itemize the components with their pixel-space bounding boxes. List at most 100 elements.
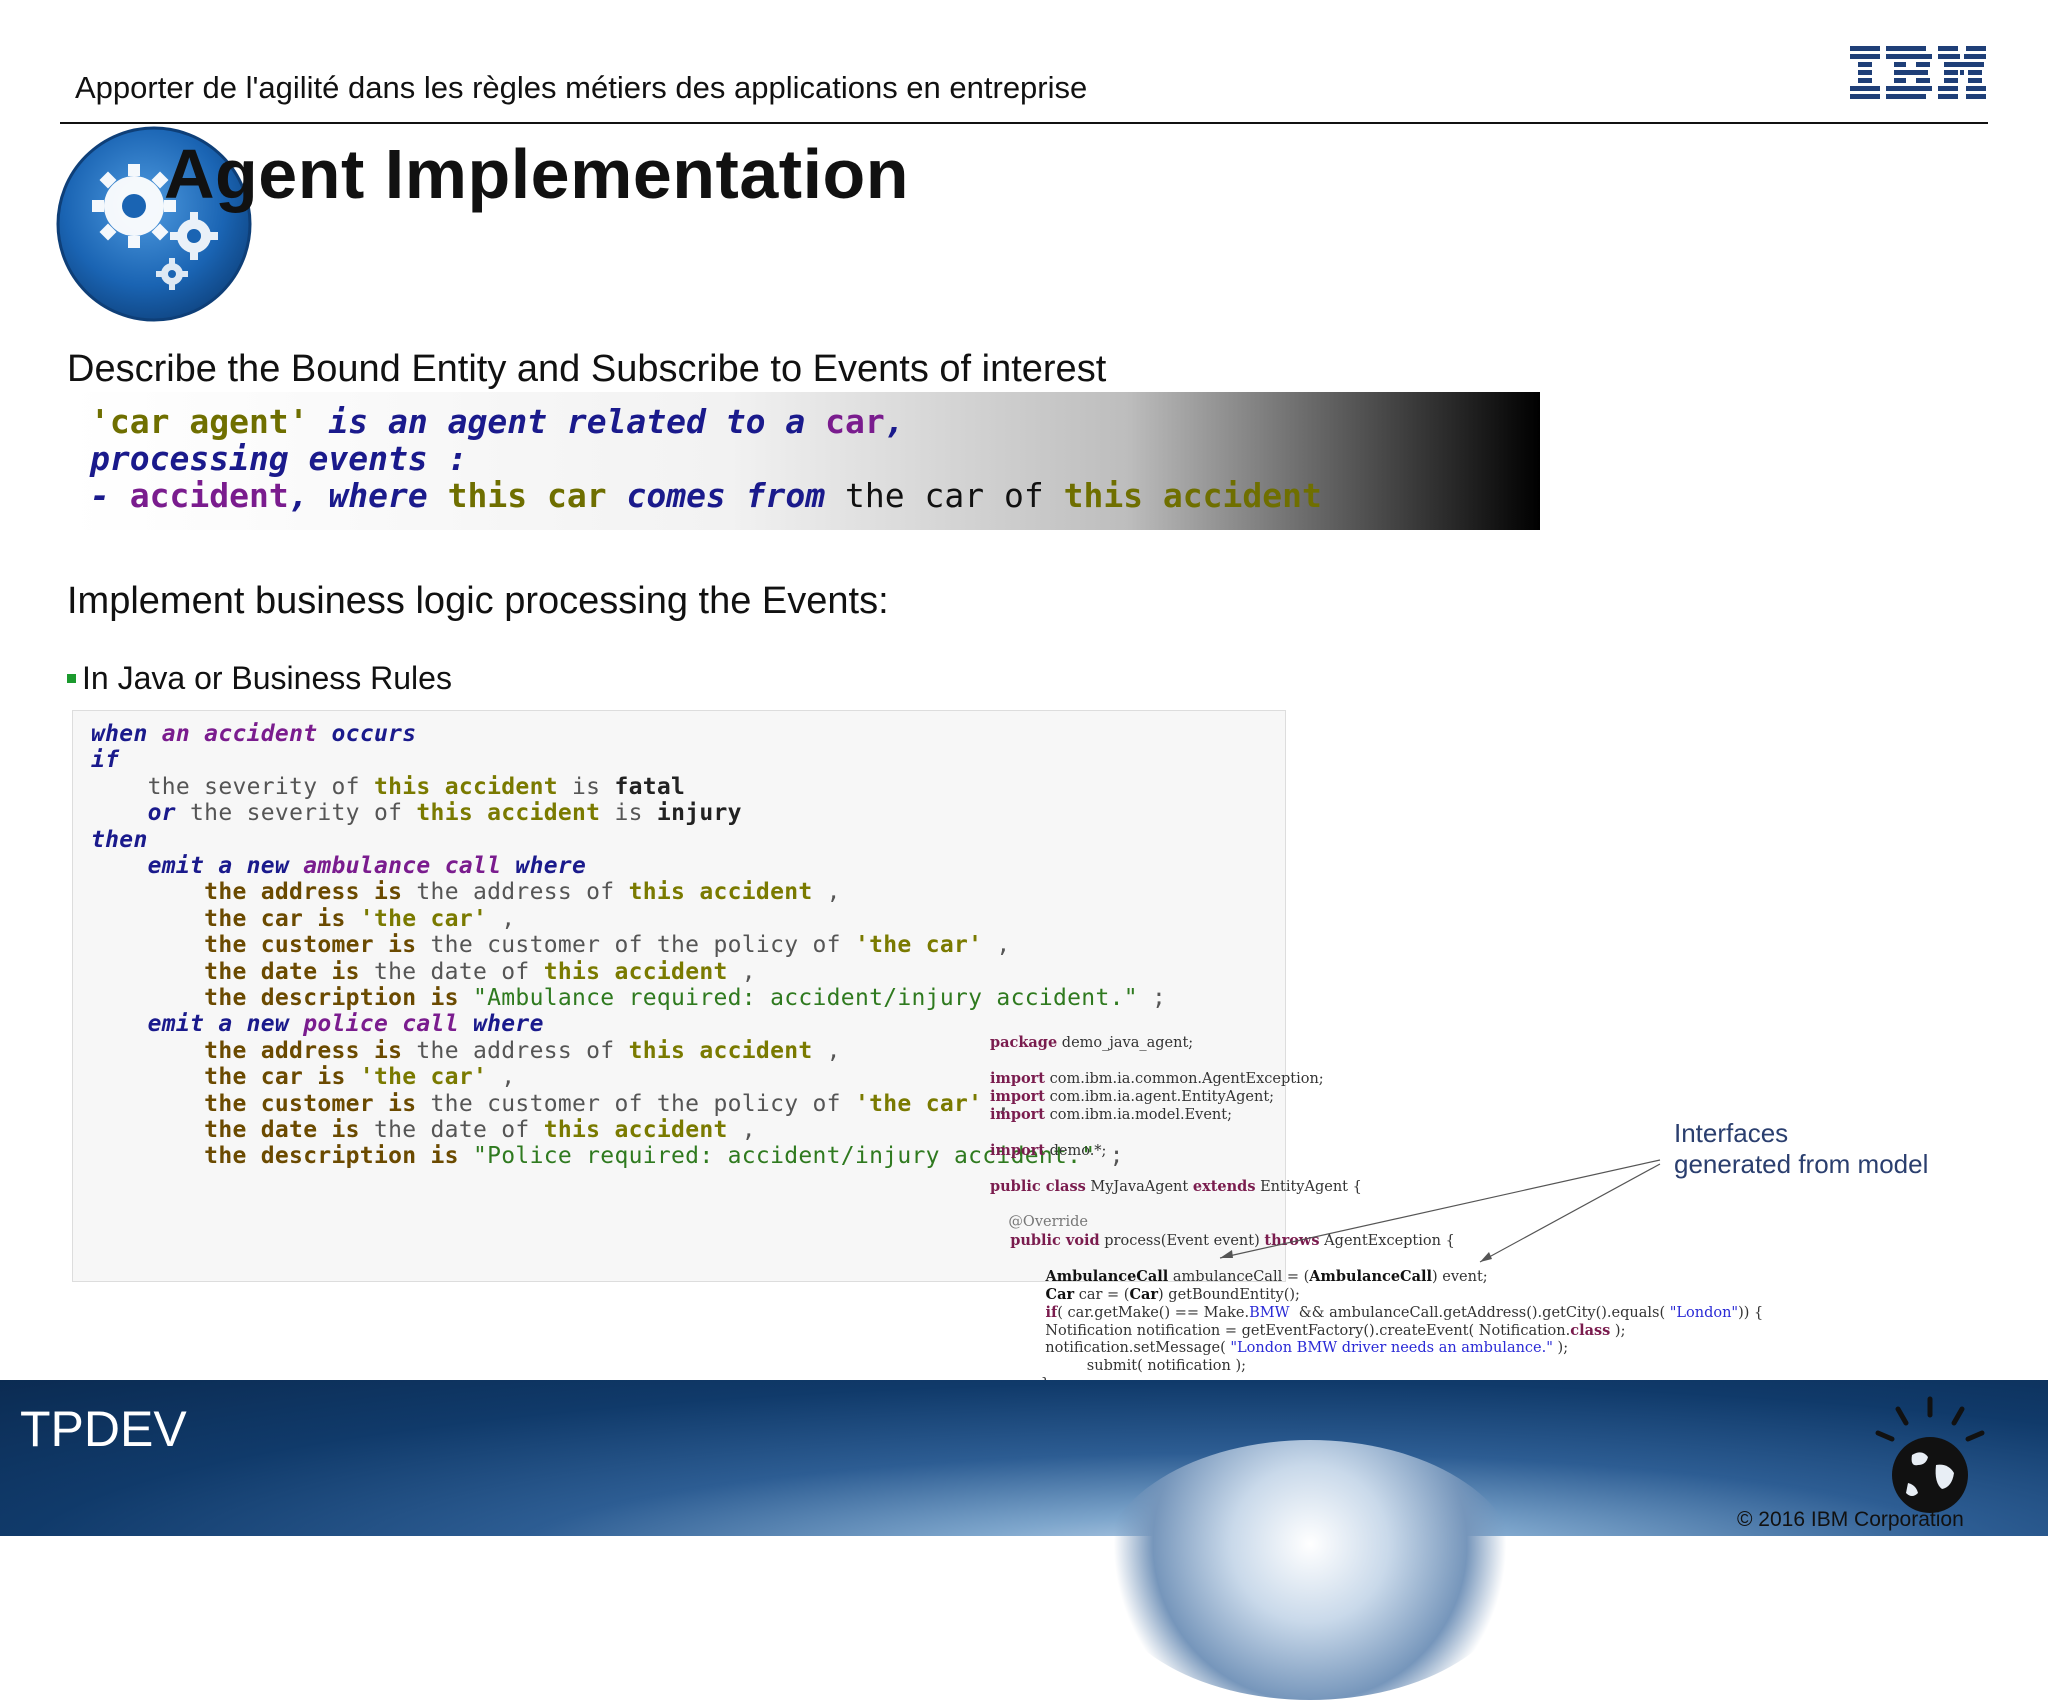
- java-code-line: Notification notification = getEventFact…: [990, 1322, 1625, 1339]
- rule-code-line: the date is the date of this accident ,: [91, 959, 756, 985]
- rule-code-line: the date is the date of this accident ,: [91, 1117, 756, 1143]
- code-token: AmbulanceCall: [990, 1268, 1169, 1285]
- code-token: 'the car': [854, 932, 983, 959]
- code-token: then: [91, 826, 148, 853]
- java-code-line: import com.ibm.ia.common.AgentException;: [990, 1070, 1324, 1087]
- agent-description-box: 'car agent' is an agent related to a car…: [68, 392, 1540, 530]
- code-token: the date is: [91, 1117, 360, 1143]
- code-token: Notification notification = getEventFact…: [990, 1323, 1571, 1339]
- code-token: public void: [990, 1232, 1100, 1249]
- code-token: class: [1570, 1322, 1611, 1339]
- code-token: where: [458, 1011, 544, 1038]
- header-divider: [60, 122, 1988, 124]
- code-token: emit a new: [91, 853, 304, 879]
- code-token: ;: [1137, 985, 1167, 1011]
- code-token: injury: [656, 800, 742, 827]
- callout-line-2: generated from model: [1674, 1149, 1929, 1179]
- code-token: ) event;: [1432, 1269, 1488, 1285]
- code-token: is an agent related to a: [308, 402, 826, 441]
- rule-code-line: if: [91, 747, 119, 773]
- rule-code-line: then: [91, 827, 148, 853]
- code-token: the description is: [91, 1143, 459, 1170]
- code-token: car: [825, 402, 885, 441]
- code-token: this accident: [543, 958, 728, 985]
- bal-code-line: processing events :: [90, 439, 468, 478]
- code-token: the customer of the policy of: [416, 1090, 855, 1117]
- subheading-business-logic: Implement business logic processing the …: [67, 580, 889, 622]
- bal-code-line: 'car agent' is an agent related to a car…: [90, 402, 905, 441]
- code-token: the address of: [402, 1037, 629, 1064]
- code-token: is: [600, 800, 657, 827]
- rule-code-line: the description is "Ambulance required: …: [91, 985, 1166, 1011]
- code-token: 'the car': [854, 1090, 983, 1117]
- code-token: );: [1610, 1323, 1626, 1339]
- java-code-line: Car car = (Car) getBoundEntity();: [990, 1286, 1300, 1303]
- code-token: the date is: [91, 958, 360, 985]
- footer-globe-graphic: [1100, 1440, 1520, 1700]
- code-token: Car: [1129, 1286, 1159, 1303]
- rule-code-line: the severity of this accident is fatal: [91, 774, 685, 800]
- code-token: the description is: [91, 985, 459, 1011]
- code-token: import: [990, 1088, 1045, 1105]
- slide-title: Agent Implementation: [164, 135, 910, 213]
- code-token: if: [990, 1304, 1058, 1321]
- code-token: ,: [727, 1117, 756, 1143]
- code-token: package: [990, 1034, 1058, 1051]
- java-code-line: package demo_java_agent;: [990, 1034, 1193, 1051]
- code-token: police call: [303, 1011, 459, 1038]
- code-token: ,: [982, 932, 1011, 959]
- code-token: processing events :: [90, 439, 468, 478]
- rule-code-line: the address is the address of this accid…: [91, 1038, 841, 1064]
- code-token: the customer is: [91, 1090, 417, 1117]
- code-token: the severity of: [91, 773, 374, 800]
- code-token: the customer of the policy of: [416, 932, 855, 959]
- code-token: when: [91, 721, 148, 747]
- code-token: ) getBoundEntity();: [1158, 1287, 1300, 1303]
- rule-code-line: emit a new police call where: [91, 1011, 544, 1037]
- code-token: ,: [812, 1037, 841, 1064]
- code-token: notification.setMessage(: [990, 1340, 1231, 1356]
- code-token: ,: [812, 879, 841, 906]
- rule-code-line: emit a new ambulance call where: [91, 853, 586, 879]
- code-token: ,: [487, 905, 516, 932]
- code-token: -: [90, 476, 130, 515]
- code-token: is: [557, 773, 615, 800]
- code-token: "London": [1669, 1305, 1739, 1321]
- code-token: the address is: [91, 1037, 403, 1064]
- subheading-bound-entity: Describe the Bound Entity and Subscribe …: [67, 348, 1107, 390]
- ibm-logo: [1850, 46, 1986, 99]
- code-token: demo.*;: [1045, 1143, 1107, 1159]
- rule-code-line: the customer is the customer of the poli…: [91, 1091, 1011, 1117]
- code-token: , where: [288, 476, 448, 515]
- code-token: MyJavaAgent: [1085, 1179, 1193, 1195]
- code-token: com.ibm.ia.agent.EntityAgent;: [1045, 1089, 1275, 1105]
- bal-code-line: - accident, where this car comes from th…: [90, 476, 1322, 515]
- code-token: car = (: [1074, 1287, 1130, 1303]
- code-token: this accident: [628, 879, 813, 906]
- rule-code-line: the address is the address of this accid…: [91, 879, 841, 905]
- code-token: 'car agent': [90, 402, 309, 441]
- code-token: "London BMW driver needs an ambulance.": [1230, 1340, 1553, 1356]
- code-token: emit a new: [91, 1011, 304, 1038]
- code-token: if: [91, 747, 120, 774]
- code-token: && ambulanceCall.getAddress().getCity().…: [1289, 1305, 1670, 1321]
- code-token: this accident: [1063, 476, 1322, 515]
- code-token: com.ibm.ia.common.AgentException;: [1045, 1071, 1324, 1087]
- rule-code-line: the description is "Police required: acc…: [91, 1143, 1124, 1169]
- code-token: import: [990, 1070, 1045, 1087]
- callout-arrows: [1219, 1159, 1661, 1263]
- code-token: the car is: [91, 905, 346, 932]
- code-token: ambulance call: [303, 853, 502, 879]
- code-token: the severity of: [175, 800, 417, 827]
- java-code-line: if( car.getMake() == Make.BMW && ambulan…: [990, 1304, 1764, 1321]
- code-token: the car of: [845, 476, 1064, 515]
- rule-code-line: the car is 'the car' ,: [91, 1064, 515, 1090]
- code-token: occurs: [317, 721, 417, 747]
- code-token: comes from: [606, 476, 846, 515]
- java-code-line: import com.ibm.ia.model.Event;: [990, 1106, 1232, 1123]
- code-token: accident: [129, 476, 289, 515]
- code-token: demo_java_agent;: [1057, 1035, 1194, 1051]
- code-token: this accident: [416, 800, 601, 827]
- code-token: this car: [447, 476, 607, 515]
- java-code-line: submit( notification );: [990, 1358, 1246, 1374]
